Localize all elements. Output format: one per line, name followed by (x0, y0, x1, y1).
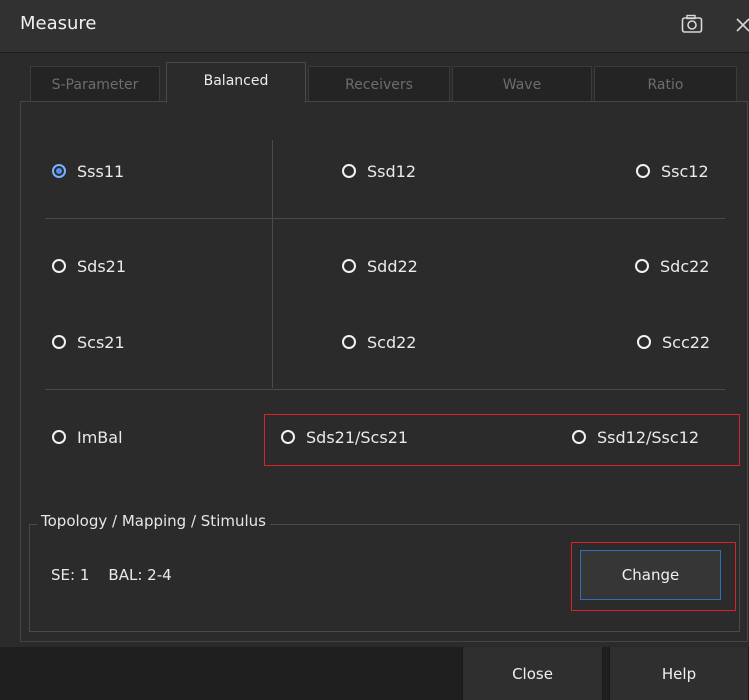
radio-icon[interactable] (342, 335, 356, 349)
option-label: Sdc22 (660, 256, 710, 276)
radio-icon[interactable] (636, 164, 650, 178)
close-icon[interactable] (725, 14, 749, 36)
tab-ratio[interactable]: Ratio (594, 66, 737, 102)
tab-s-parameter[interactable]: S-Parameter (30, 66, 160, 102)
title-bar: Measure (0, 0, 749, 53)
radio-checked-icon[interactable] (52, 164, 66, 178)
option-label: Ssc12 (661, 161, 709, 181)
option-label: Scd22 (367, 332, 417, 352)
tab-bar: S-Parameter Balanced Receivers Wave Rati… (30, 62, 745, 103)
option-label: ImBal (77, 427, 123, 447)
option-scd22[interactable]: Scd22 (342, 328, 416, 356)
option-sds21[interactable]: Sds21 (52, 252, 126, 280)
camera-icon[interactable] (681, 14, 703, 34)
option-label: Scs21 (77, 332, 125, 352)
option-label: Ssd12 (367, 161, 417, 181)
option-label: Sss11 (77, 161, 125, 181)
option-scs21[interactable]: Scs21 (52, 328, 125, 356)
option-scc22[interactable]: Scc22 (637, 328, 710, 356)
dialog-title: Measure (20, 13, 97, 34)
help-button[interactable]: Help (609, 647, 749, 700)
tab-balanced[interactable]: Balanced (166, 62, 306, 103)
radio-icon[interactable] (342, 164, 356, 178)
row-divider (45, 389, 725, 390)
tab-wave[interactable]: Wave (452, 66, 592, 102)
option-label: Sdd22 (367, 256, 418, 276)
option-sds21-scs21[interactable]: Sds21/Scs21 (281, 423, 408, 451)
topology-summary: SE: 1 BAL: 2-4 (51, 566, 172, 584)
radio-icon[interactable] (637, 335, 651, 349)
option-ssd12-ssc12[interactable]: Ssd12/Ssc12 (572, 423, 699, 451)
column-divider (272, 140, 273, 388)
topology-group-title: Topology / Mapping / Stimulus (37, 512, 270, 530)
row-divider (45, 218, 725, 219)
option-label: Sds21 (77, 256, 127, 276)
radio-icon[interactable] (572, 430, 586, 444)
measure-dialog: Measure S-Parameter Balanced Receivers W… (0, 0, 749, 700)
option-ssc12[interactable]: Ssc12 (636, 157, 709, 185)
tab-receivers[interactable]: Receivers (308, 66, 450, 102)
radio-icon[interactable] (52, 430, 66, 444)
option-sdd22[interactable]: Sdd22 (342, 252, 418, 280)
option-sdc22[interactable]: Sdc22 (635, 252, 709, 280)
option-ssd12[interactable]: Ssd12 (342, 157, 416, 185)
radio-icon[interactable] (281, 430, 295, 444)
close-button[interactable]: Close (462, 647, 603, 700)
option-label: Scc22 (662, 332, 711, 352)
option-sss11[interactable]: Sss11 (52, 157, 124, 185)
radio-icon[interactable] (342, 259, 356, 273)
radio-icon[interactable] (52, 335, 66, 349)
option-label: Ssd12/Ssc12 (597, 427, 700, 447)
change-button[interactable]: Change (580, 550, 721, 600)
option-imbal[interactable]: ImBal (52, 423, 123, 451)
option-label: Sds21/Scs21 (306, 427, 409, 447)
radio-icon[interactable] (635, 259, 649, 273)
radio-icon[interactable] (52, 259, 66, 273)
